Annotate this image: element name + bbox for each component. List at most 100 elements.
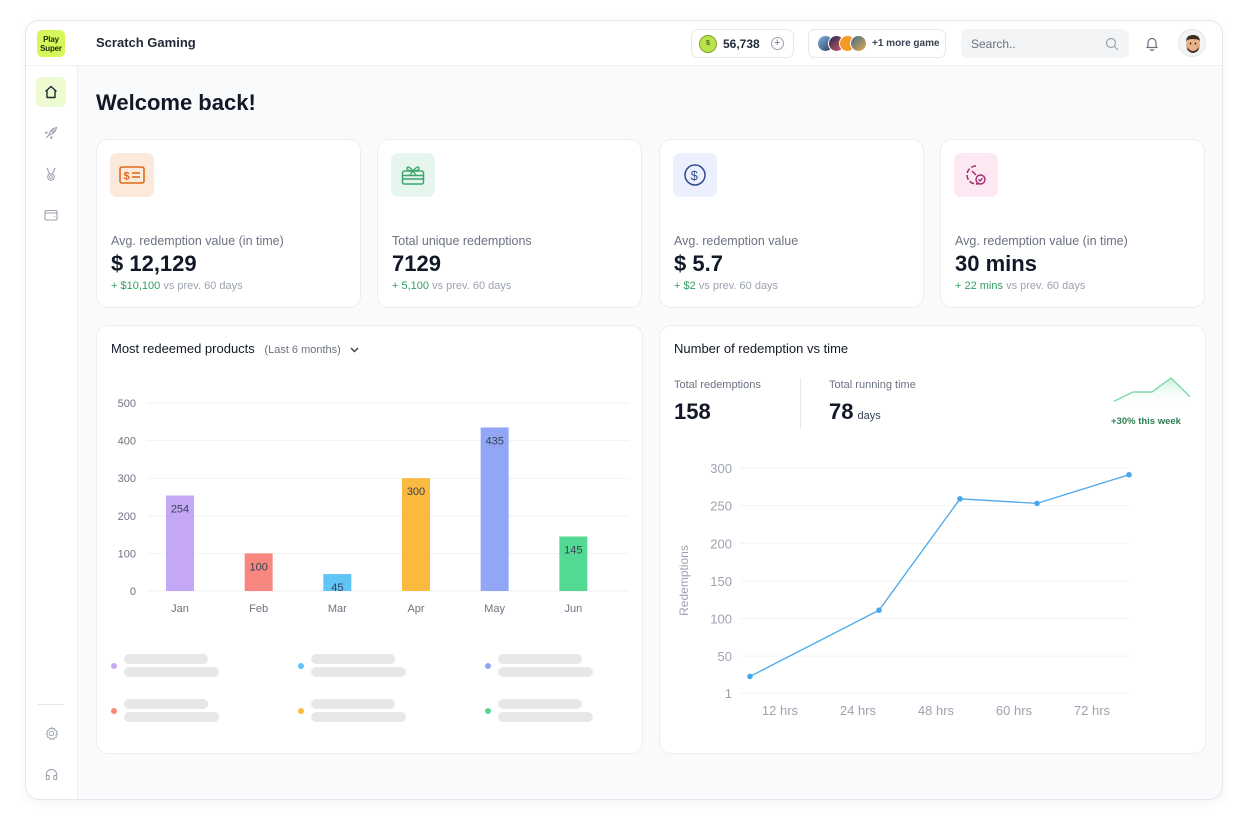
data-point[interactable] <box>876 607 882 614</box>
x-tick-label: May <box>484 603 505 615</box>
y-tick-label: 250 <box>710 499 732 514</box>
money-card-icon: $ <box>119 166 145 184</box>
trend-text: +30% this week <box>1111 416 1181 427</box>
legend-text-placeholder <box>311 699 406 722</box>
skeleton-line <box>498 667 593 677</box>
headset-icon <box>45 768 57 780</box>
sidebar-item-rocket[interactable] <box>36 118 66 148</box>
rocket-icon <box>44 126 58 140</box>
legend-text-placeholder <box>124 699 219 722</box>
legend-dot <box>298 663 304 669</box>
stat-value: 30 mins <box>955 251 1037 276</box>
user-face-icon <box>1186 35 1200 53</box>
y-tick-label: 50 <box>718 649 732 664</box>
redemption-title: Number of redemption vs time <box>674 341 849 356</box>
y-tick-label: 300 <box>710 461 732 476</box>
y-tick-label: 200 <box>118 511 136 523</box>
y-tick-label: 300 <box>118 473 136 485</box>
legend-item <box>485 699 593 722</box>
legend-dot <box>298 708 304 714</box>
stat-icon-wrap: $ <box>673 153 717 197</box>
sidebar-item-settings[interactable] <box>36 718 66 748</box>
stat-value: $ 5.7 <box>674 251 723 276</box>
search-box[interactable] <box>961 29 1129 58</box>
y-tick-label: 200 <box>710 536 732 551</box>
bar[interactable] <box>480 427 509 591</box>
x-tick-label: 60 hrs <box>996 703 1033 718</box>
x-tick-label: Feb <box>249 603 268 615</box>
search-input[interactable] <box>971 36 1091 51</box>
wallet-icon <box>44 209 58 221</box>
sidebar-item-rewards[interactable] <box>36 159 66 189</box>
running-time: 78 days <box>829 399 881 425</box>
logo[interactable]: Play Super <box>37 30 65 57</box>
stat-icon-wrap <box>391 153 435 197</box>
bar-chart: 0 100 200 300 400 500 254 Jan 100 Feb 45 Mar 300 Apr 4… <box>118 398 629 615</box>
skeleton-line <box>498 654 582 664</box>
x-tick-label: Jan <box>171 603 189 615</box>
legend-dot <box>111 708 117 714</box>
stat-value: 7129 <box>392 251 441 276</box>
app-window: Play Super Scratch Gaming $ 56,738 + +1 … <box>25 20 1223 800</box>
stat-label: Avg. redemption value (in time) <box>955 234 1128 248</box>
x-tick-label: 72 hrs <box>1074 703 1111 718</box>
bar-value-label: 100 <box>249 561 267 573</box>
sidebar-item-home[interactable] <box>36 77 66 107</box>
legend-item <box>111 654 219 677</box>
y-tick-label: 0 <box>130 586 136 598</box>
data-point[interactable] <box>1034 500 1040 507</box>
bar-value-label: 45 <box>331 582 343 594</box>
stat-card-avg-redemption-time: $ Avg. redemption value (in time) $ 12,1… <box>96 139 361 308</box>
skeleton-line <box>498 699 582 709</box>
plus-circle-icon[interactable]: + <box>770 37 784 50</box>
bar-value-label: 254 <box>171 503 189 515</box>
dollar-circle-icon: $ <box>684 164 706 186</box>
running-time-label: Total running time <box>829 379 916 391</box>
games-selector[interactable]: +1 more game <box>808 29 946 58</box>
main-content: Welcome back! $ Avg. redemption value (i… <box>78 66 1222 799</box>
bell-icon[interactable] <box>1145 36 1159 51</box>
period-dropdown[interactable]: (Last 6 months) <box>264 344 359 356</box>
data-point[interactable] <box>1126 471 1132 478</box>
stat-delta-value: + $2 <box>674 280 696 292</box>
data-point[interactable] <box>747 673 753 680</box>
sidebar-item-support[interactable] <box>36 759 66 789</box>
x-tick-label: Apr <box>407 603 424 615</box>
bar-value-label: 145 <box>564 544 582 556</box>
x-tick-label: Jun <box>564 603 582 615</box>
stat-delta-suffix: vs prev. 60 days <box>432 280 512 292</box>
legend-text-placeholder <box>498 654 593 677</box>
sidebar-divider <box>38 704 64 705</box>
products-panel: Most redeemed products (Last 6 months) 0… <box>96 325 643 754</box>
y-axis-label: Redemptions <box>677 545 691 616</box>
coin-balance[interactable]: $ 56,738 + <box>691 29 794 58</box>
legend-item <box>485 654 593 677</box>
top-bar: Play Super Scratch Gaming $ 56,738 + +1 … <box>26 21 1222 66</box>
legend-dot <box>111 663 117 669</box>
y-tick-label: 150 <box>710 574 732 589</box>
home-icon <box>45 85 57 99</box>
stat-label: Avg. redemption value <box>674 234 799 248</box>
stat-label: Total unique redemptions <box>392 234 532 248</box>
search-icon[interactable] <box>1105 37 1119 51</box>
data-point[interactable] <box>957 496 963 502</box>
line-chart: 150100150200250300Redemptions12 hrs 24 hr… <box>677 461 1132 718</box>
y-tick-label: 100 <box>118 548 136 560</box>
stat-delta-suffix: vs prev. 60 days <box>1006 280 1086 292</box>
stat-delta-value: + 22 mins <box>955 280 1003 292</box>
games-more-label: +1 more game <box>872 38 940 49</box>
total-redemptions-value: 158 <box>674 399 711 424</box>
avatar[interactable] <box>1178 29 1206 57</box>
sidebar-item-wallet[interactable] <box>36 200 66 230</box>
x-tick-label: 12 hrs <box>762 703 799 718</box>
stat-icon-wrap: $ <box>110 153 154 197</box>
app-title: Scratch Gaming <box>96 35 196 50</box>
stat-delta-value: + 5,100 <box>392 280 430 292</box>
game-avatar-4 <box>850 35 867 52</box>
y-tick-label: 100 <box>710 612 732 627</box>
skeleton-line <box>311 699 395 709</box>
timer-check-icon <box>966 165 986 185</box>
skeleton-line <box>311 654 395 664</box>
medal-icon <box>46 167 56 181</box>
chevron-down-icon[interactable] <box>350 347 359 353</box>
